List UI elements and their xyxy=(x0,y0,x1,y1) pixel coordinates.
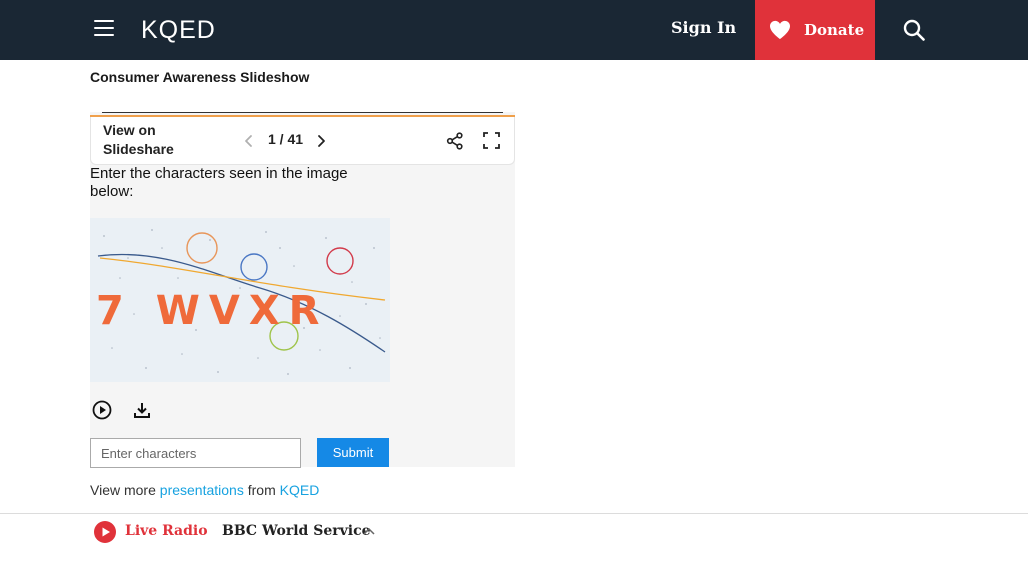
slideshare-embed: View on Slideshare 1 / 41 Enter the char… xyxy=(90,112,515,468)
station-name[interactable]: BBC World Service xyxy=(222,523,371,539)
captcha-characters: 7 WVXR xyxy=(96,288,328,334)
view-more-middle: from xyxy=(247,482,276,498)
chevron-right-icon[interactable] xyxy=(313,133,329,149)
donate-button[interactable]: Donate xyxy=(755,0,875,60)
captcha-image: 7 WVXR xyxy=(90,218,390,382)
play-icon[interactable] xyxy=(92,400,112,420)
view-on-slideshare-link[interactable]: View on Slideshare xyxy=(103,121,213,159)
live-radio-player: Live Radio BBC World Service xyxy=(0,513,1028,578)
heart-icon xyxy=(770,20,790,40)
chevron-up-icon[interactable] xyxy=(363,527,375,535)
chevron-left-icon[interactable] xyxy=(241,133,257,149)
captcha-input[interactable] xyxy=(90,438,301,468)
view-more-line: View more presentations from KQED xyxy=(90,482,319,498)
captcha-prompt: Enter the characters seen in the image b… xyxy=(90,165,348,200)
submit-button[interactable]: Submit xyxy=(317,438,389,467)
kqed-link[interactable]: KQED xyxy=(280,482,320,498)
kqed-logo[interactable]: KQED xyxy=(141,16,216,45)
share-icon[interactable] xyxy=(446,132,464,150)
view-more-prefix: View more xyxy=(90,482,156,498)
fullscreen-icon[interactable] xyxy=(483,132,500,149)
play-icon[interactable] xyxy=(94,521,116,543)
captcha-graphic: 7 WVXR xyxy=(90,218,390,382)
embed-toolbar: View on Slideshare 1 / 41 xyxy=(90,117,515,165)
menu-icon[interactable] xyxy=(94,20,114,38)
presentations-link[interactable]: presentations xyxy=(160,482,244,498)
search-icon[interactable] xyxy=(903,19,925,41)
donate-label: Donate xyxy=(804,21,865,39)
slide-counter: 1 / 41 xyxy=(268,131,304,147)
sign-in-link[interactable]: Sign In xyxy=(671,18,736,37)
live-radio-label[interactable]: Live Radio xyxy=(125,523,208,539)
site-header: KQED Sign In Donate xyxy=(0,0,1028,60)
page-title: Consumer Awareness Slideshow xyxy=(90,69,310,85)
download-icon[interactable] xyxy=(133,401,151,419)
divider xyxy=(102,112,503,113)
